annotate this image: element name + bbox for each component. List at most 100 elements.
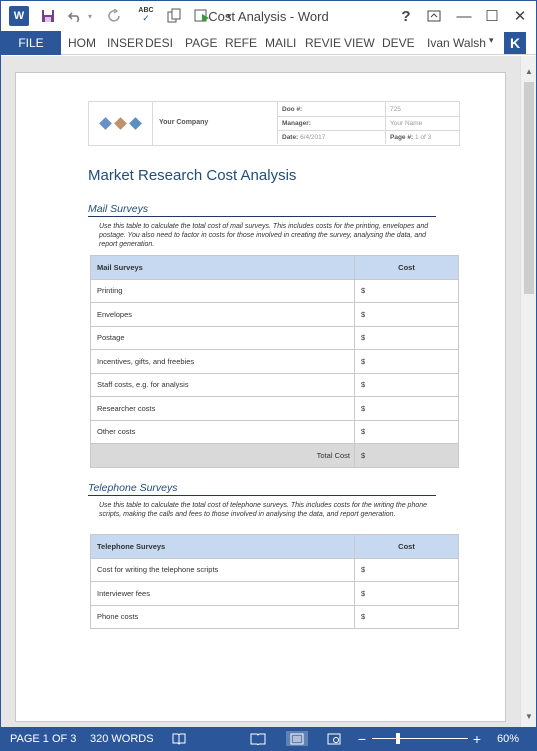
zoom-slider-track[interactable] [372,738,468,739]
minimize-icon[interactable]: — [451,5,477,27]
avatar[interactable]: K [504,32,526,54]
item-cell[interactable]: Phone costs [90,604,355,629]
doc-number-value: 725 [385,102,460,116]
cost-cell[interactable]: $ [354,604,459,629]
telephone-surveys-description: Use this table to calculate the total co… [99,502,428,518]
ribbon-display-options-icon[interactable] [421,5,447,27]
document-page[interactable]: Your Company Doo #: 725 Manager: Your Na… [15,72,506,722]
total-label: Total Cost [90,443,355,468]
cost-cell[interactable]: $ [354,396,459,421]
user-name[interactable]: Ivan Walsh [427,31,486,55]
document-area: Your Company Doo #: 725 Manager: Your Na… [1,56,520,727]
redo-icon[interactable] [107,7,123,25]
tab-view[interactable]: VIEW [344,31,375,55]
print-layout-icon[interactable] [286,731,308,746]
doc-number-label: Doo #: [277,102,385,116]
total-row: Total Cost $ [90,443,459,468]
spelling-abc-icon[interactable]: ABC ✓ [137,5,155,23]
tab-design[interactable]: DESI [145,31,173,55]
mail-surveys-heading: Mail Surveys [88,203,436,217]
table-header-cell: Cost [354,534,459,559]
scroll-down-icon[interactable]: ▼ [524,711,534,721]
company-name: Your Company [159,119,209,126]
telephone-surveys-table: Telephone Surveys Cost Cost for writing … [90,534,459,629]
logo-diamond-icon [129,117,142,130]
table-header-row: Mail Surveys Cost [90,255,459,280]
maximize-icon[interactable]: ☐ [479,5,505,27]
table-row: Interviewer fees $ [90,581,459,606]
page-count-status[interactable]: PAGE 1 OF 3 [10,727,76,750]
table-row: Other costs $ [90,419,459,444]
proofing-book-icon[interactable] [171,731,187,746]
item-cell[interactable]: Printing [90,278,355,303]
undo-dropdown-icon[interactable]: ▾ [85,7,95,25]
logo-diamond-icon [99,117,112,130]
undo-icon[interactable] [67,7,83,25]
manager-value: Your Name [385,116,460,130]
page-number-value: 1 of 3 [414,133,432,141]
item-cell[interactable]: Incentives, gifts, and freebies [90,349,355,374]
read-mode-icon[interactable] [249,731,267,746]
table-row: Printing $ [90,278,459,303]
document-title: Market Research Cost Analysis [88,167,297,184]
item-cell[interactable]: Postage [90,325,355,350]
page-number-cell: Page #: 1 of 3 [385,130,460,144]
table-row: Postage $ [90,325,459,350]
zoom-out-icon[interactable]: − [356,731,368,747]
manager-label: Manager: [277,116,385,130]
tab-references[interactable]: REFE [225,31,257,55]
table-row: Envelopes $ [90,302,459,327]
help-icon[interactable]: ? [393,5,419,27]
tab-developer[interactable]: DEVE [382,31,415,55]
status-bar: PAGE 1 OF 3 320 WORDS − + 60% [1,727,536,750]
cost-cell[interactable]: $ [354,372,459,397]
tab-home[interactable]: HOM [68,31,96,55]
cost-cell[interactable]: $ [354,278,459,303]
cost-cell[interactable]: $ [354,557,459,582]
item-cell[interactable]: Interviewer fees [90,581,355,606]
customize-qat-icon[interactable]: ▾ [223,7,235,25]
cost-cell[interactable]: $ [354,302,459,327]
table-row: Phone costs $ [90,604,459,629]
vertical-scrollbar[interactable]: ▲ ▼ [520,56,536,727]
telephone-surveys-heading: Telephone Surveys [88,482,436,496]
save-icon[interactable] [39,7,57,25]
table-header-row: Telephone Surveys Cost [90,534,459,559]
item-cell[interactable]: Staff costs, e.g. for analysis [90,372,355,397]
cost-cell[interactable]: $ [354,349,459,374]
web-layout-icon[interactable] [325,731,343,746]
item-cell[interactable]: Researcher costs [90,396,355,421]
zoom-slider-thumb[interactable] [396,733,400,744]
table-header-cell: Telephone Surveys [90,534,355,559]
user-dropdown-icon[interactable]: ▾ [489,35,494,46]
macro-play-icon[interactable] [193,7,213,25]
cost-cell[interactable]: $ [354,325,459,350]
zoom-level[interactable]: 60% [497,727,519,750]
tab-mailings[interactable]: MAILI [265,31,296,55]
document-header-table: Your Company Doo #: 725 Manager: Your Na… [88,101,460,146]
zoom-in-icon[interactable]: + [471,731,483,747]
table-header-cell: Cost [354,255,459,280]
table-row: Researcher costs $ [90,396,459,421]
word-count-status[interactable]: 320 WORDS [90,727,154,750]
table-header-cell: Mail Surveys [90,255,355,280]
tab-page-layout[interactable]: PAGE [185,31,217,55]
item-cell[interactable]: Cost for writing the telephone scripts [90,557,355,582]
total-cost-cell[interactable]: $ [354,443,459,468]
item-cell[interactable]: Envelopes [90,302,355,327]
tab-insert[interactable]: INSER [107,31,144,55]
paste-format-icon[interactable] [165,7,183,25]
close-icon[interactable]: ✕ [507,5,533,27]
logo-diamond-icon [114,117,127,130]
word-logo-icon[interactable]: W [9,6,29,26]
scroll-thumb[interactable] [524,82,534,294]
date-value: 6/4/2017 [300,133,326,141]
item-cell[interactable]: Other costs [90,419,355,444]
date-cell: Date: 6/4/2017 [277,130,385,144]
ribbon-tabs: FILE HOM INSER DESI PAGE REFE MAILI REVI… [1,31,536,55]
scroll-up-icon[interactable]: ▲ [524,66,534,76]
cost-cell[interactable]: $ [354,419,459,444]
tab-file[interactable]: FILE [1,31,61,55]
cost-cell[interactable]: $ [354,581,459,606]
tab-review[interactable]: REVIE [305,31,341,55]
